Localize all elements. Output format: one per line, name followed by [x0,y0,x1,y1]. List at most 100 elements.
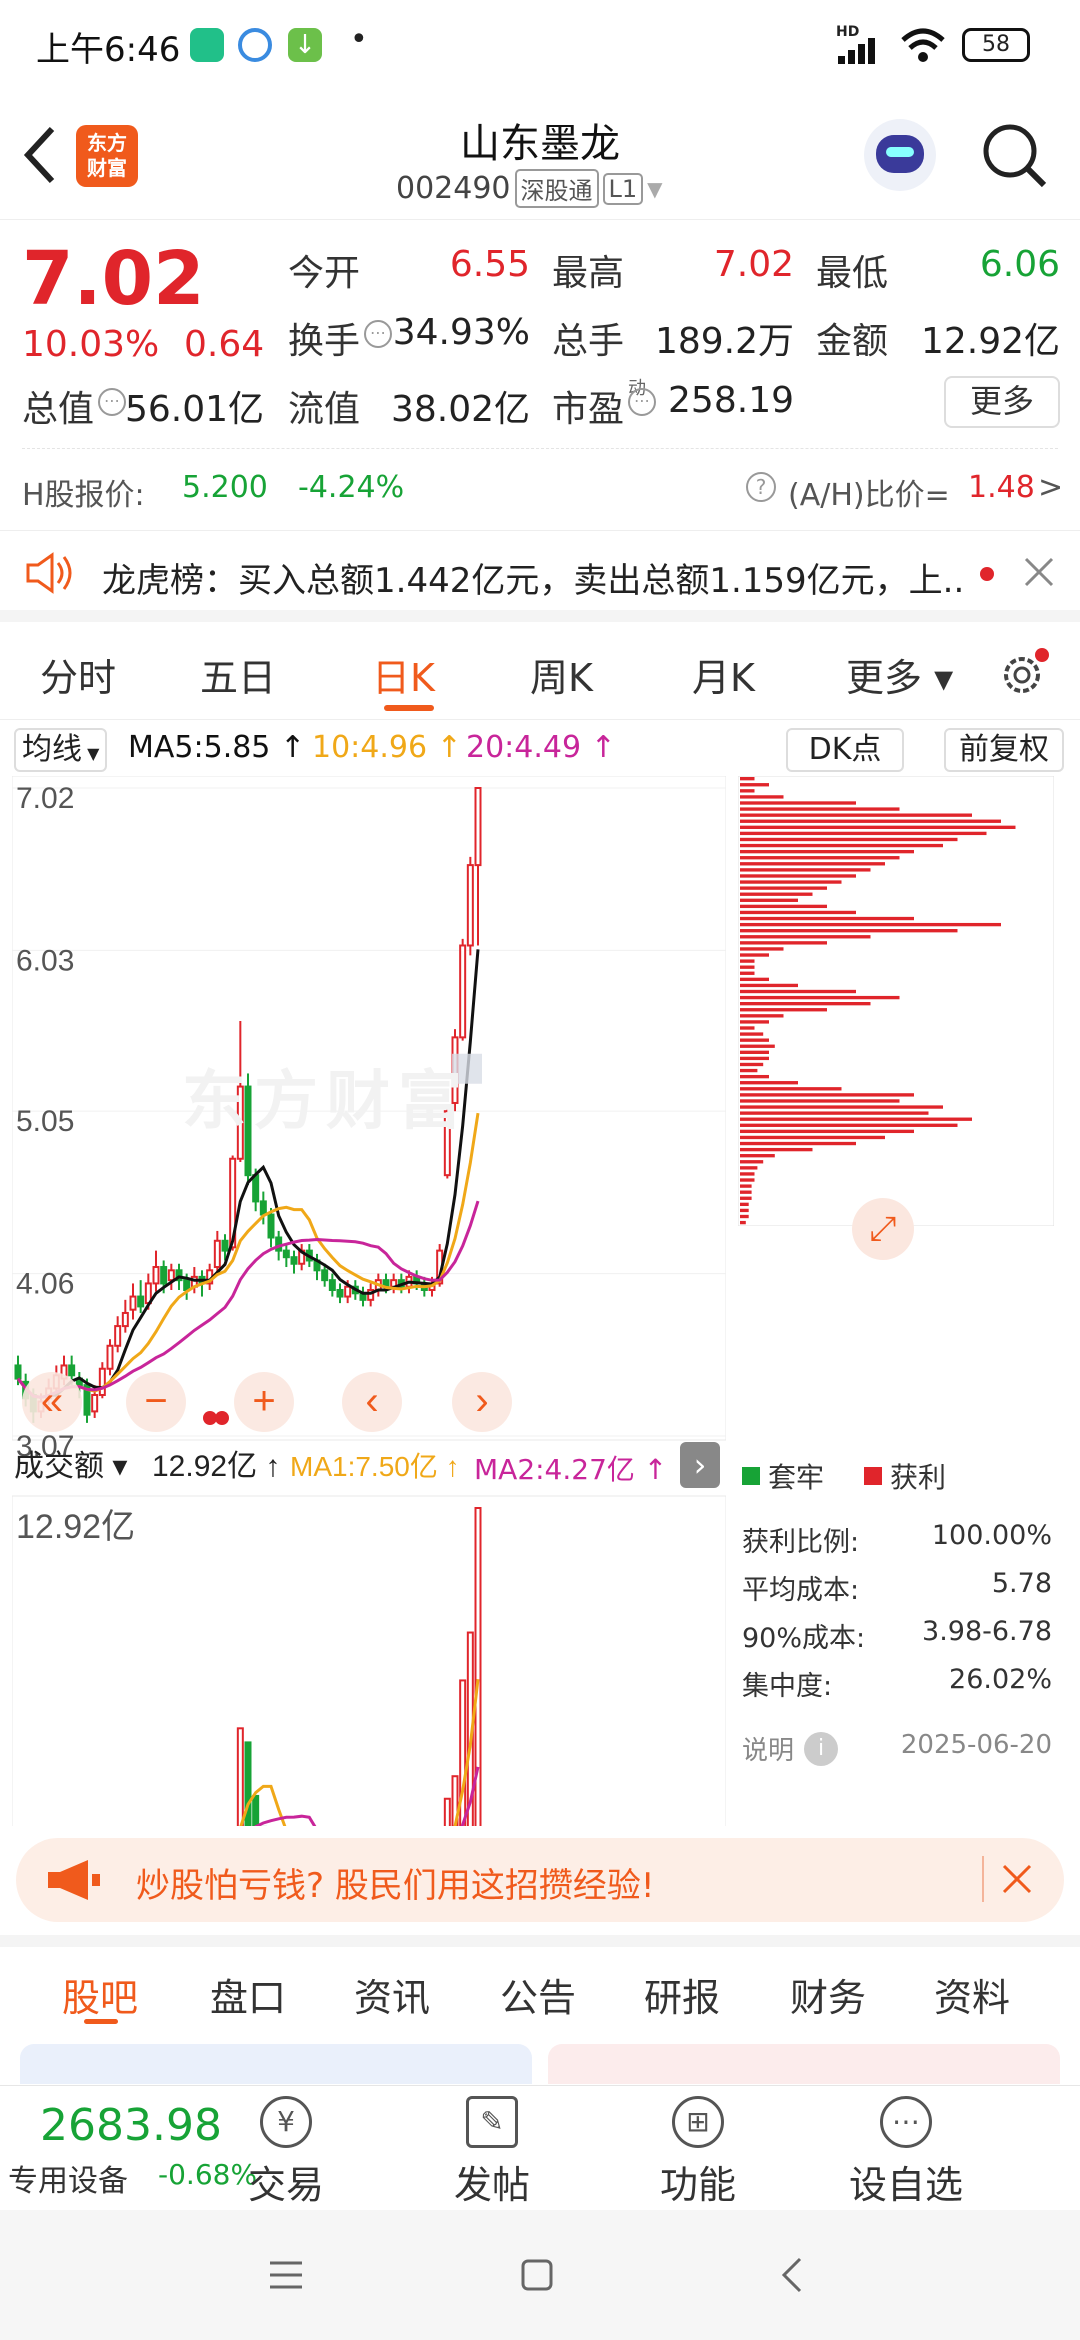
guba-tab-1[interactable]: 盘口 [210,1967,286,2022]
trade-icon: ¥ [260,2096,312,2148]
bottom-item-2[interactable]: ⊞ 功能 [628,2096,768,2209]
ah-ratio-arrow[interactable]: > [1038,470,1063,505]
chip-date: 2025-06-20 [900,1730,1052,1760]
chip-bar [740,874,856,878]
chip-bar [740,971,755,975]
bottom-item-label-0: 交易 [247,2163,324,2207]
back-nav-icon[interactable] [780,2256,804,2294]
dragon-tiger-notice[interactable]: 龙虎榜：买入总额1.442亿元，卖出总额1.159亿元，上... [0,530,1080,622]
index-name[interactable]: 专用设备 [8,2156,128,2200]
guba-tab-5[interactable]: 财务 [790,1967,866,2022]
connect-badge: 深股通 [514,169,599,208]
tab-2[interactable]: 日K [372,647,435,702]
tab-4[interactable]: 月K [692,647,755,702]
search-icon[interactable] [980,121,1050,191]
level-badge[interactable]: L1 [602,172,644,205]
signal-icon [838,38,875,64]
bottom-item-3[interactable]: ⋯ 设自选 [836,2096,976,2209]
pe-label: 市盈 [552,389,625,430]
svg-text:+: + [252,1379,275,1423]
chip-bar [740,1147,813,1152]
guba-tab-4[interactable]: 研报 [644,1967,720,2022]
chip-bar [740,862,885,866]
tab-3[interactable]: 周K [530,647,593,702]
bottom-item-0[interactable]: ¥ 交易 [216,2096,356,2209]
chip-bar [740,1074,769,1079]
post-card-right[interactable] [548,2044,1060,2084]
chip-bar [740,886,827,890]
home-nav-icon[interactable] [520,2258,554,2292]
adjust-button[interactable]: 前复权 [944,728,1064,772]
bottom-item-1[interactable]: ✎ 发帖 [422,2096,562,2209]
post-card-left[interactable] [20,2044,532,2084]
chip-distribution-svg [738,776,1054,1226]
status-dot: • [350,22,368,57]
chip-stat-row: 90%成本: 3.98-6.78 [742,1616,1052,1664]
back-arrow-icon[interactable] [20,125,60,185]
profit-legend-label: 获利 [890,1461,947,1494]
guba-tab-0[interactable]: 股吧 [62,1967,138,2022]
eastmoney-logo[interactable]: 东方 财富 [76,125,138,187]
speaker-icon [26,552,72,594]
stock-name: 山东墨龙 [460,121,620,167]
kline-svg[interactable]: 7.026.035.054.063.07« − + ‹ ››成交额 ▾ 12.92亿 ↑ M… [12,776,726,1826]
ma-selector[interactable]: 均线 ▼ [14,728,108,772]
notice-unread-dot [980,567,994,581]
pe-info-icon[interactable]: ⋯ [628,388,656,416]
chip-bar [740,1081,798,1085]
chip-bar [740,1135,885,1140]
expand-chip-icon[interactable]: ⤢ [852,1198,914,1260]
settings-gear-icon[interactable] [998,647,1050,699]
chip-bar [740,929,958,933]
close-promo-icon[interactable] [1000,1862,1034,1896]
chip-bar [740,947,784,951]
chip-bar [740,789,755,793]
bottom-toolbar: 2683.98 专用设备 -0.68% ¥ 交易 ✎ 发帖 ⊞ 功能 ⋯ 设自选 [0,2085,1080,2210]
volume-ma2: MA2:4.27亿 ↑ [474,1453,668,1486]
guba-tabs: 股吧 盘口 资讯 公告 研报 财务 资料 [0,1935,1080,2035]
chip-note-label[interactable]: 说明 [742,1730,794,1767]
info-icon[interactable]: i [804,1731,839,1766]
chip-bar [740,1008,827,1012]
guba-tab-indicator [84,2019,118,2024]
chip-bar [740,935,871,939]
trap-legend-swatch [742,1467,760,1485]
level-dropdown-icon[interactable]: ▼ [647,177,662,201]
price-axis-label: 5.05 [16,1105,74,1138]
ah-ratio-value[interactable]: 1.48 [968,470,1035,505]
more-button[interactable]: 更多 [944,376,1060,428]
index-value[interactable]: 2683.98 [40,2100,222,2151]
chip-bar [740,965,755,969]
volume-ma1: MA1:7.50亿 ↑ [290,1451,460,1482]
chip-bar [740,1032,764,1036]
download-notification-icon: ↓ [288,28,322,62]
amount-label: 金额 [816,321,889,362]
wifi-icon [901,28,945,62]
menu-nav-icon[interactable] [268,2260,304,2290]
chip-stats: 获利比例: 100.00% 平均成本: 5.78 90%成本: 3.98-6.78 集中度:… [742,1520,1052,1712]
svg-text:›: › [475,1379,488,1423]
chip-bar [740,1038,769,1042]
close-notice-icon[interactable] [1022,555,1056,589]
chip-bar [740,807,900,811]
chip-bar [740,953,769,957]
dk-point-button[interactable]: DK点 [786,728,904,772]
logo-text-top: 东方 [87,131,127,155]
chip-stat-value: 100.00% [931,1520,1052,1551]
help-icon[interactable]: ? [746,472,776,502]
chip-bar [740,995,900,1000]
tab-0[interactable]: 分时 [40,647,116,702]
chip-bar [740,1154,775,1158]
chip-bar [740,843,943,848]
price-axis-label: 6.03 [16,944,74,977]
promo-banner[interactable]: 炒股怕亏钱? 股民们用这招攒经验! [16,1838,1064,1922]
turnover-info-icon[interactable]: ⋯ [364,320,392,348]
tab-1[interactable]: 五日 [200,647,276,702]
guba-tab-3[interactable]: 公告 [500,1967,576,2022]
guba-tab-2[interactable]: 资讯 [354,1967,430,2022]
tab-5[interactable]: 更多 ▾ [846,647,953,702]
kline-chart-area: 均线 ▼ MA5:5.85 ↑ 10:4.96 ↑ 20:4.49 ↑ DK点 … [0,720,1080,1826]
guba-tab-6[interactable]: 资料 [934,1967,1010,2022]
assistant-avatar-icon[interactable] [864,119,936,191]
last-price: 7.02 [22,236,205,322]
